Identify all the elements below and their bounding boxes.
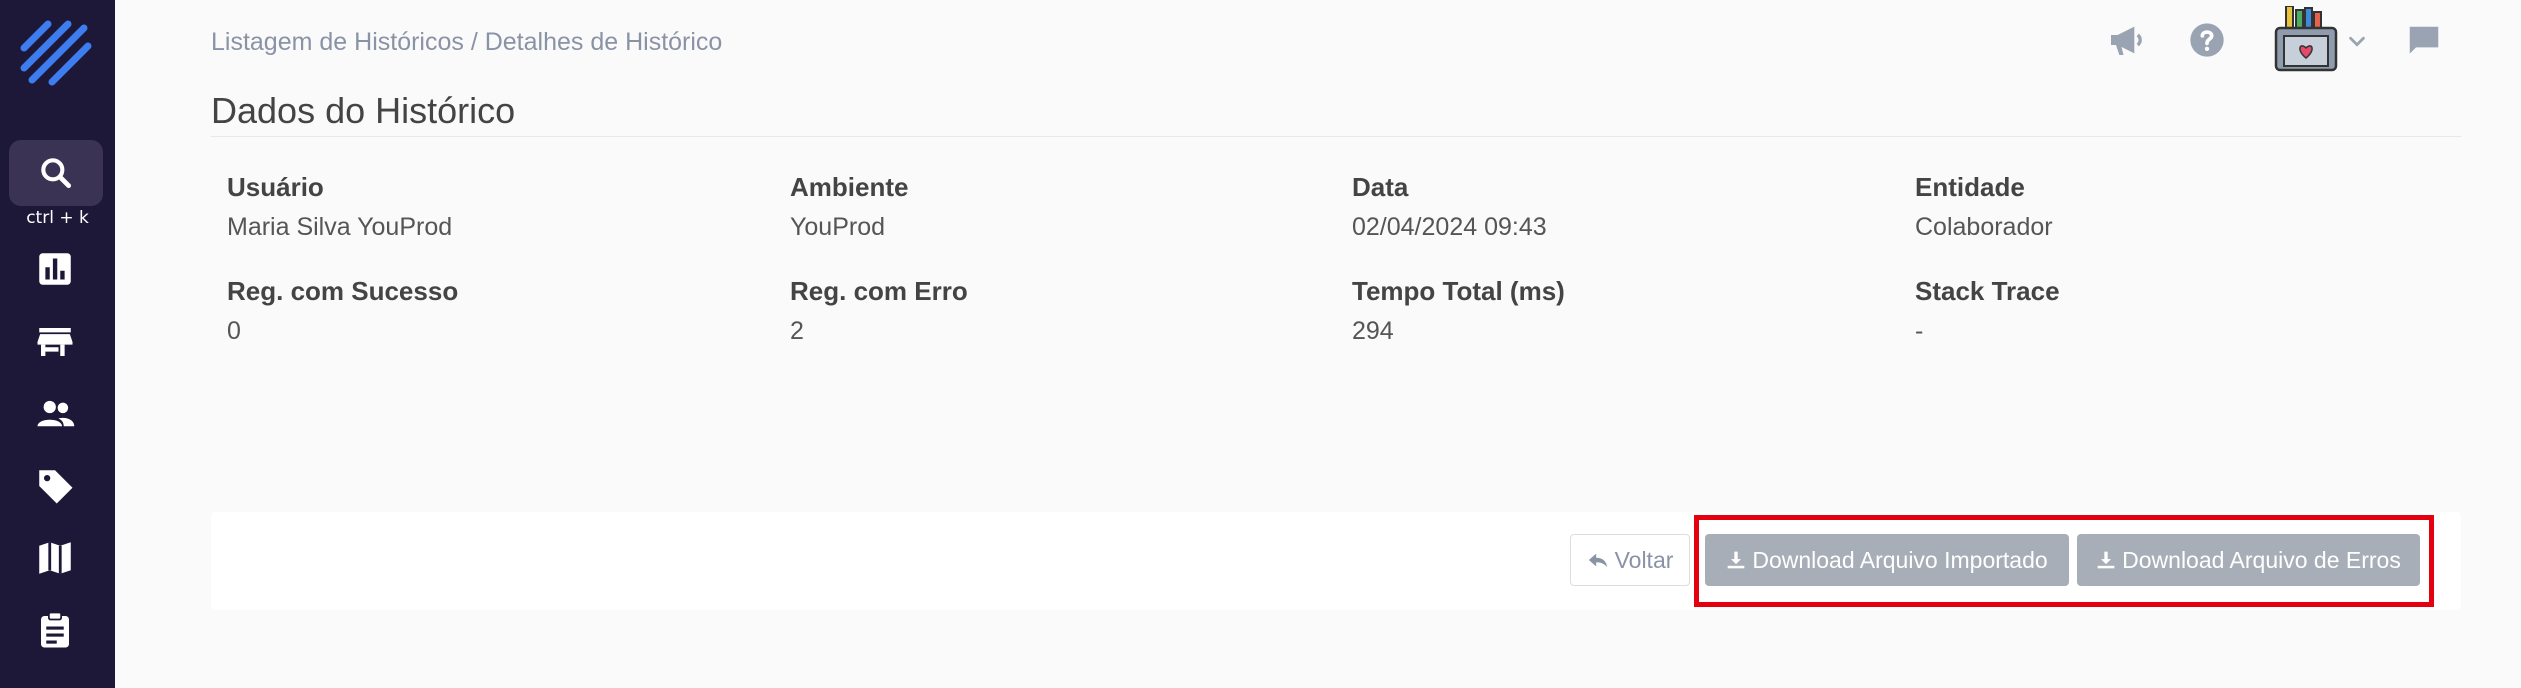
field-value: 2 bbox=[790, 317, 804, 345]
field-label: Data bbox=[1352, 172, 1409, 202]
people-icon[interactable] bbox=[34, 393, 76, 435]
sidebar: ctrl + k bbox=[0, 0, 115, 688]
field-value: Maria Silva YouProd bbox=[227, 213, 453, 241]
search-shortcut-hint: ctrl + k bbox=[26, 208, 89, 228]
field-data: Data 02/04/2024 09:43 bbox=[1352, 172, 1547, 242]
search-button[interactable] bbox=[9, 140, 103, 206]
back-button-label: Voltar bbox=[1614, 546, 1674, 573]
field-label: Ambiente bbox=[790, 172, 909, 202]
field-label: Entidade bbox=[1915, 172, 2025, 202]
megaphone-icon[interactable] bbox=[2106, 20, 2146, 60]
field-usuario: Usuário Maria Silva YouProd bbox=[227, 172, 452, 242]
help-icon[interactable] bbox=[2187, 20, 2227, 60]
field-label: Usuário bbox=[227, 172, 324, 202]
field-value: 294 bbox=[1352, 317, 1394, 345]
avatar[interactable] bbox=[2272, 6, 2342, 74]
field-reg-sucesso: Reg. com Sucesso 0 bbox=[227, 276, 458, 346]
store-icon[interactable] bbox=[34, 321, 76, 363]
field-value: - bbox=[1915, 317, 1924, 345]
page-title: Dados do Histórico bbox=[211, 90, 516, 131]
field-tempo-total: Tempo Total (ms) 294 bbox=[1352, 276, 1565, 346]
chart-icon[interactable] bbox=[34, 248, 76, 290]
field-value: 02/04/2024 09:43 bbox=[1352, 213, 1547, 241]
field-value: 0 bbox=[227, 317, 241, 345]
field-label: Stack Trace bbox=[1915, 276, 2060, 306]
title-divider bbox=[211, 136, 2461, 137]
field-reg-erro: Reg. com Erro 2 bbox=[790, 276, 968, 346]
chat-icon[interactable] bbox=[2405, 22, 2443, 60]
highlight-box bbox=[1694, 515, 2434, 607]
field-label: Reg. com Erro bbox=[790, 276, 968, 306]
field-entidade: Entidade Colaborador bbox=[1915, 172, 2053, 242]
back-button[interactable]: Voltar bbox=[1570, 534, 1690, 586]
chevron-down-icon[interactable] bbox=[2346, 30, 2368, 52]
field-ambiente: Ambiente YouProd bbox=[790, 172, 908, 242]
field-stack-trace: Stack Trace - bbox=[1915, 276, 2060, 346]
field-value: Colaborador bbox=[1915, 213, 2053, 241]
field-label: Tempo Total (ms) bbox=[1352, 276, 1565, 306]
reply-icon bbox=[1588, 553, 1607, 568]
tag-icon[interactable] bbox=[34, 465, 76, 507]
field-label: Reg. com Sucesso bbox=[227, 276, 459, 306]
logo-icon[interactable] bbox=[18, 18, 94, 90]
field-value: YouProd bbox=[790, 213, 885, 241]
clipboard-icon[interactable] bbox=[34, 609, 76, 651]
map-icon[interactable] bbox=[34, 537, 76, 579]
search-icon bbox=[41, 158, 72, 189]
breadcrumb[interactable]: Listagem de Históricos / Detalhes de His… bbox=[211, 28, 722, 57]
